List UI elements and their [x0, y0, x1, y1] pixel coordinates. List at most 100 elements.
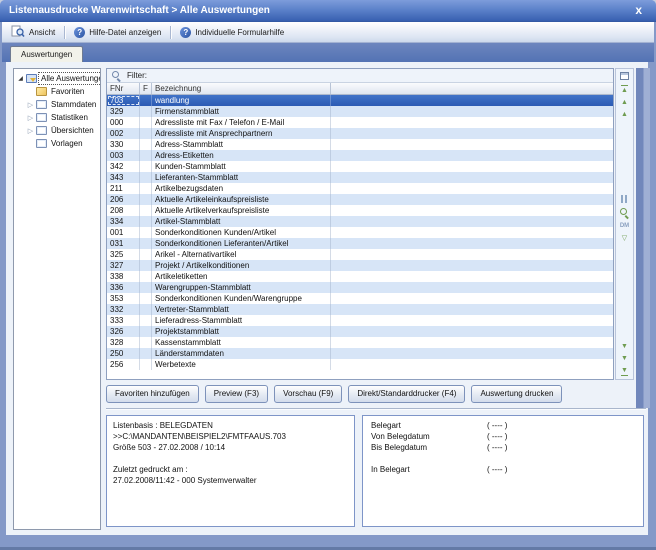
cell-spacer: [331, 205, 613, 216]
close-icon[interactable]: x: [635, 0, 642, 20]
sidebar-item-alle-auswertungen[interactable]: ◢ Alle Auswertungen: [14, 72, 100, 85]
cell-bezeichnung: Lieferanten-Stammblatt: [152, 172, 331, 183]
favoriten-hinzufügen-button[interactable]: Favoriten hinzufügen: [106, 385, 199, 403]
cell-fnr: 336: [107, 282, 140, 293]
table-row[interactable]: 353Sonderkonditionen Kunden/Warengruppe: [107, 293, 613, 304]
table-row[interactable]: 256Werbetexte: [107, 359, 613, 370]
cell-spacer: [331, 238, 613, 249]
cell-bezeichnung: Projektstammblatt: [152, 326, 331, 337]
sidebar-item-vorlagen[interactable]: Vorlagen: [14, 137, 100, 150]
scroll-to-top-icon[interactable]: ▲: [621, 85, 628, 94]
filter-funnel-icon[interactable]: ▽: [622, 235, 627, 242]
table-row[interactable]: 002Adressliste mit Ansprechpartnern: [107, 128, 613, 139]
scroll-up-icon[interactable]: ▲: [621, 111, 628, 118]
beleg-field-in-belegart: In Belegart( ---- ): [369, 464, 637, 475]
sidebar-item-stammdaten[interactable]: ▷Stammdaten: [14, 98, 100, 111]
table-row[interactable]: 334Artikel-Stammblatt: [107, 216, 613, 227]
grid-header: FNr F Bezeichnung: [107, 83, 613, 95]
table-row[interactable]: 001Sonderkonditionen Kunden/Artikel: [107, 227, 613, 238]
table-row[interactable]: 206Aktuelle Artikeleinkaufspreisliste: [107, 194, 613, 205]
column-header-fnr[interactable]: FNr: [107, 83, 140, 94]
cell-fnr: 000: [107, 117, 140, 128]
cell-fnr: 333: [107, 315, 140, 326]
table-row[interactable]: 327Projekt / Artikelkonditionen: [107, 260, 613, 271]
cell-bezeichnung: Sonderkonditionen Lieferanten/Artikel: [152, 238, 331, 249]
cell-fnr: 031: [107, 238, 140, 249]
cell-f: [140, 150, 152, 161]
search-icon[interactable]: [620, 208, 630, 218]
table-row[interactable]: 325Arikel - Alternativartikel: [107, 249, 613, 260]
cell-f: [140, 139, 152, 150]
toolbar-separator: [64, 26, 65, 39]
table-row[interactable]: 342Kunden-Stammblatt: [107, 161, 613, 172]
customize-grid-icon[interactable]: [620, 72, 629, 80]
beleg-field-spacer: [369, 453, 637, 464]
column-header-f[interactable]: F: [140, 83, 152, 94]
preview-f3-button[interactable]: Preview (F3): [205, 385, 268, 403]
tree-collapsed-icon[interactable]: ▷: [26, 127, 35, 135]
cell-f: [140, 315, 152, 326]
tree-collapsed-icon[interactable]: ▷: [26, 114, 35, 122]
cell-f: [140, 227, 152, 238]
table-row[interactable]: 343 Lieferanten-Stammblatt: [107, 172, 613, 183]
scroll-down-icon[interactable]: ▼: [621, 355, 628, 362]
view-icon: [11, 25, 25, 40]
scroll-down-icon[interactable]: ▼: [621, 343, 628, 350]
direkt-standarddrucker-f4-button[interactable]: Direkt/Standarddrucker (F4): [348, 385, 465, 403]
tree-collapsed-icon[interactable]: ▷: [26, 101, 35, 109]
cell-bezeichnung: Lieferadress-Stammblatt: [152, 315, 331, 326]
table-row[interactable]: 250Länderstammdaten: [107, 348, 613, 359]
table-row[interactable]: 003Adress-Etiketten: [107, 150, 613, 161]
cell-f: [140, 282, 152, 293]
scroll-to-bottom-icon[interactable]: ▼: [621, 367, 628, 376]
toolbar-separator: [170, 26, 171, 39]
table-row[interactable]: 329Firmenstammblatt: [107, 106, 613, 117]
filter-bar[interactable]: Filter:: [107, 69, 613, 83]
cell-spacer: [331, 348, 613, 359]
results-grid: Filter: FNr F Bezeichnung 703wandlung329…: [106, 68, 614, 380]
table-row[interactable]: 328Kassenstammblatt: [107, 337, 613, 348]
help-icon: [180, 27, 191, 38]
sidebar-item-label: Übersichten: [49, 125, 96, 136]
sidebar-item-statistiken[interactable]: ▷Statistiken: [14, 111, 100, 124]
tree-expanded-icon[interactable]: ◢: [16, 75, 25, 82]
table-row[interactable]: 000Adressliste mit Fax / Telefon / E-Mai…: [107, 117, 613, 128]
table-row[interactable]: 332Vertreter-Stammblatt: [107, 304, 613, 315]
hilfe-datei-button-label: Hilfe-Datei anzeigen: [89, 28, 161, 37]
table-row[interactable]: 330Adress-Stammblatt: [107, 139, 613, 150]
sidebar-item-label: Alle Auswertungen: [39, 73, 101, 84]
cell-fnr: 002: [107, 128, 140, 139]
table-row[interactable]: 326Projektstammblatt: [107, 326, 613, 337]
table-row[interactable]: 338Artikeletiketten: [107, 271, 613, 282]
tab-auswertungen[interactable]: Auswertungen: [10, 46, 83, 62]
table-row[interactable]: 703wandlung: [107, 95, 613, 106]
filter-view-icon: [26, 74, 37, 83]
currency-dm-icon[interactable]: DM: [620, 223, 629, 230]
table-row[interactable]: 211Artikelbezugsdaten: [107, 183, 613, 194]
column-header-bezeichnung[interactable]: Bezeichnung: [152, 83, 331, 94]
ansicht-button[interactable]: Ansicht: [6, 24, 60, 41]
ansicht-button-label: Ansicht: [29, 28, 55, 37]
cell-spacer: [331, 139, 613, 150]
columns-icon[interactable]: [621, 195, 629, 203]
cell-spacer: [331, 249, 613, 260]
table-row[interactable]: 336Warengruppen-Stammblatt: [107, 282, 613, 293]
sidebar-item-übersichten[interactable]: ▷ Übersichten: [14, 124, 100, 137]
sidebar-item-favoriten[interactable]: Favoriten: [14, 85, 100, 98]
beleg-field-label: Bis Belegdatum: [369, 442, 487, 453]
scroll-up-icon[interactable]: ▲: [621, 99, 628, 106]
table-row[interactable]: 333 Lieferadress-Stammblatt: [107, 315, 613, 326]
beleg-field-label: [369, 453, 487, 464]
formularhilfe-button[interactable]: Individuelle Formularhilfe: [175, 26, 289, 39]
cell-fnr: 343: [107, 172, 140, 183]
table-row[interactable]: 208Aktuelle Artikelverkaufspreisliste: [107, 205, 613, 216]
cell-f: [140, 348, 152, 359]
vorschau-f9-button[interactable]: Vorschau (F9): [274, 385, 342, 403]
cell-fnr: 211: [107, 183, 140, 194]
table-row[interactable]: 031 Sonderkonditionen Lieferanten/Artikel: [107, 238, 613, 249]
auswertung-drucken-button[interactable]: Auswertung drucken: [471, 385, 562, 403]
beleg-field-value: ( ---- ): [487, 431, 507, 442]
hilfe-datei-button[interactable]: Hilfe-Datei anzeigen: [69, 26, 166, 39]
beleg-field-label: Belegart: [369, 420, 487, 431]
cell-spacer: [331, 282, 613, 293]
